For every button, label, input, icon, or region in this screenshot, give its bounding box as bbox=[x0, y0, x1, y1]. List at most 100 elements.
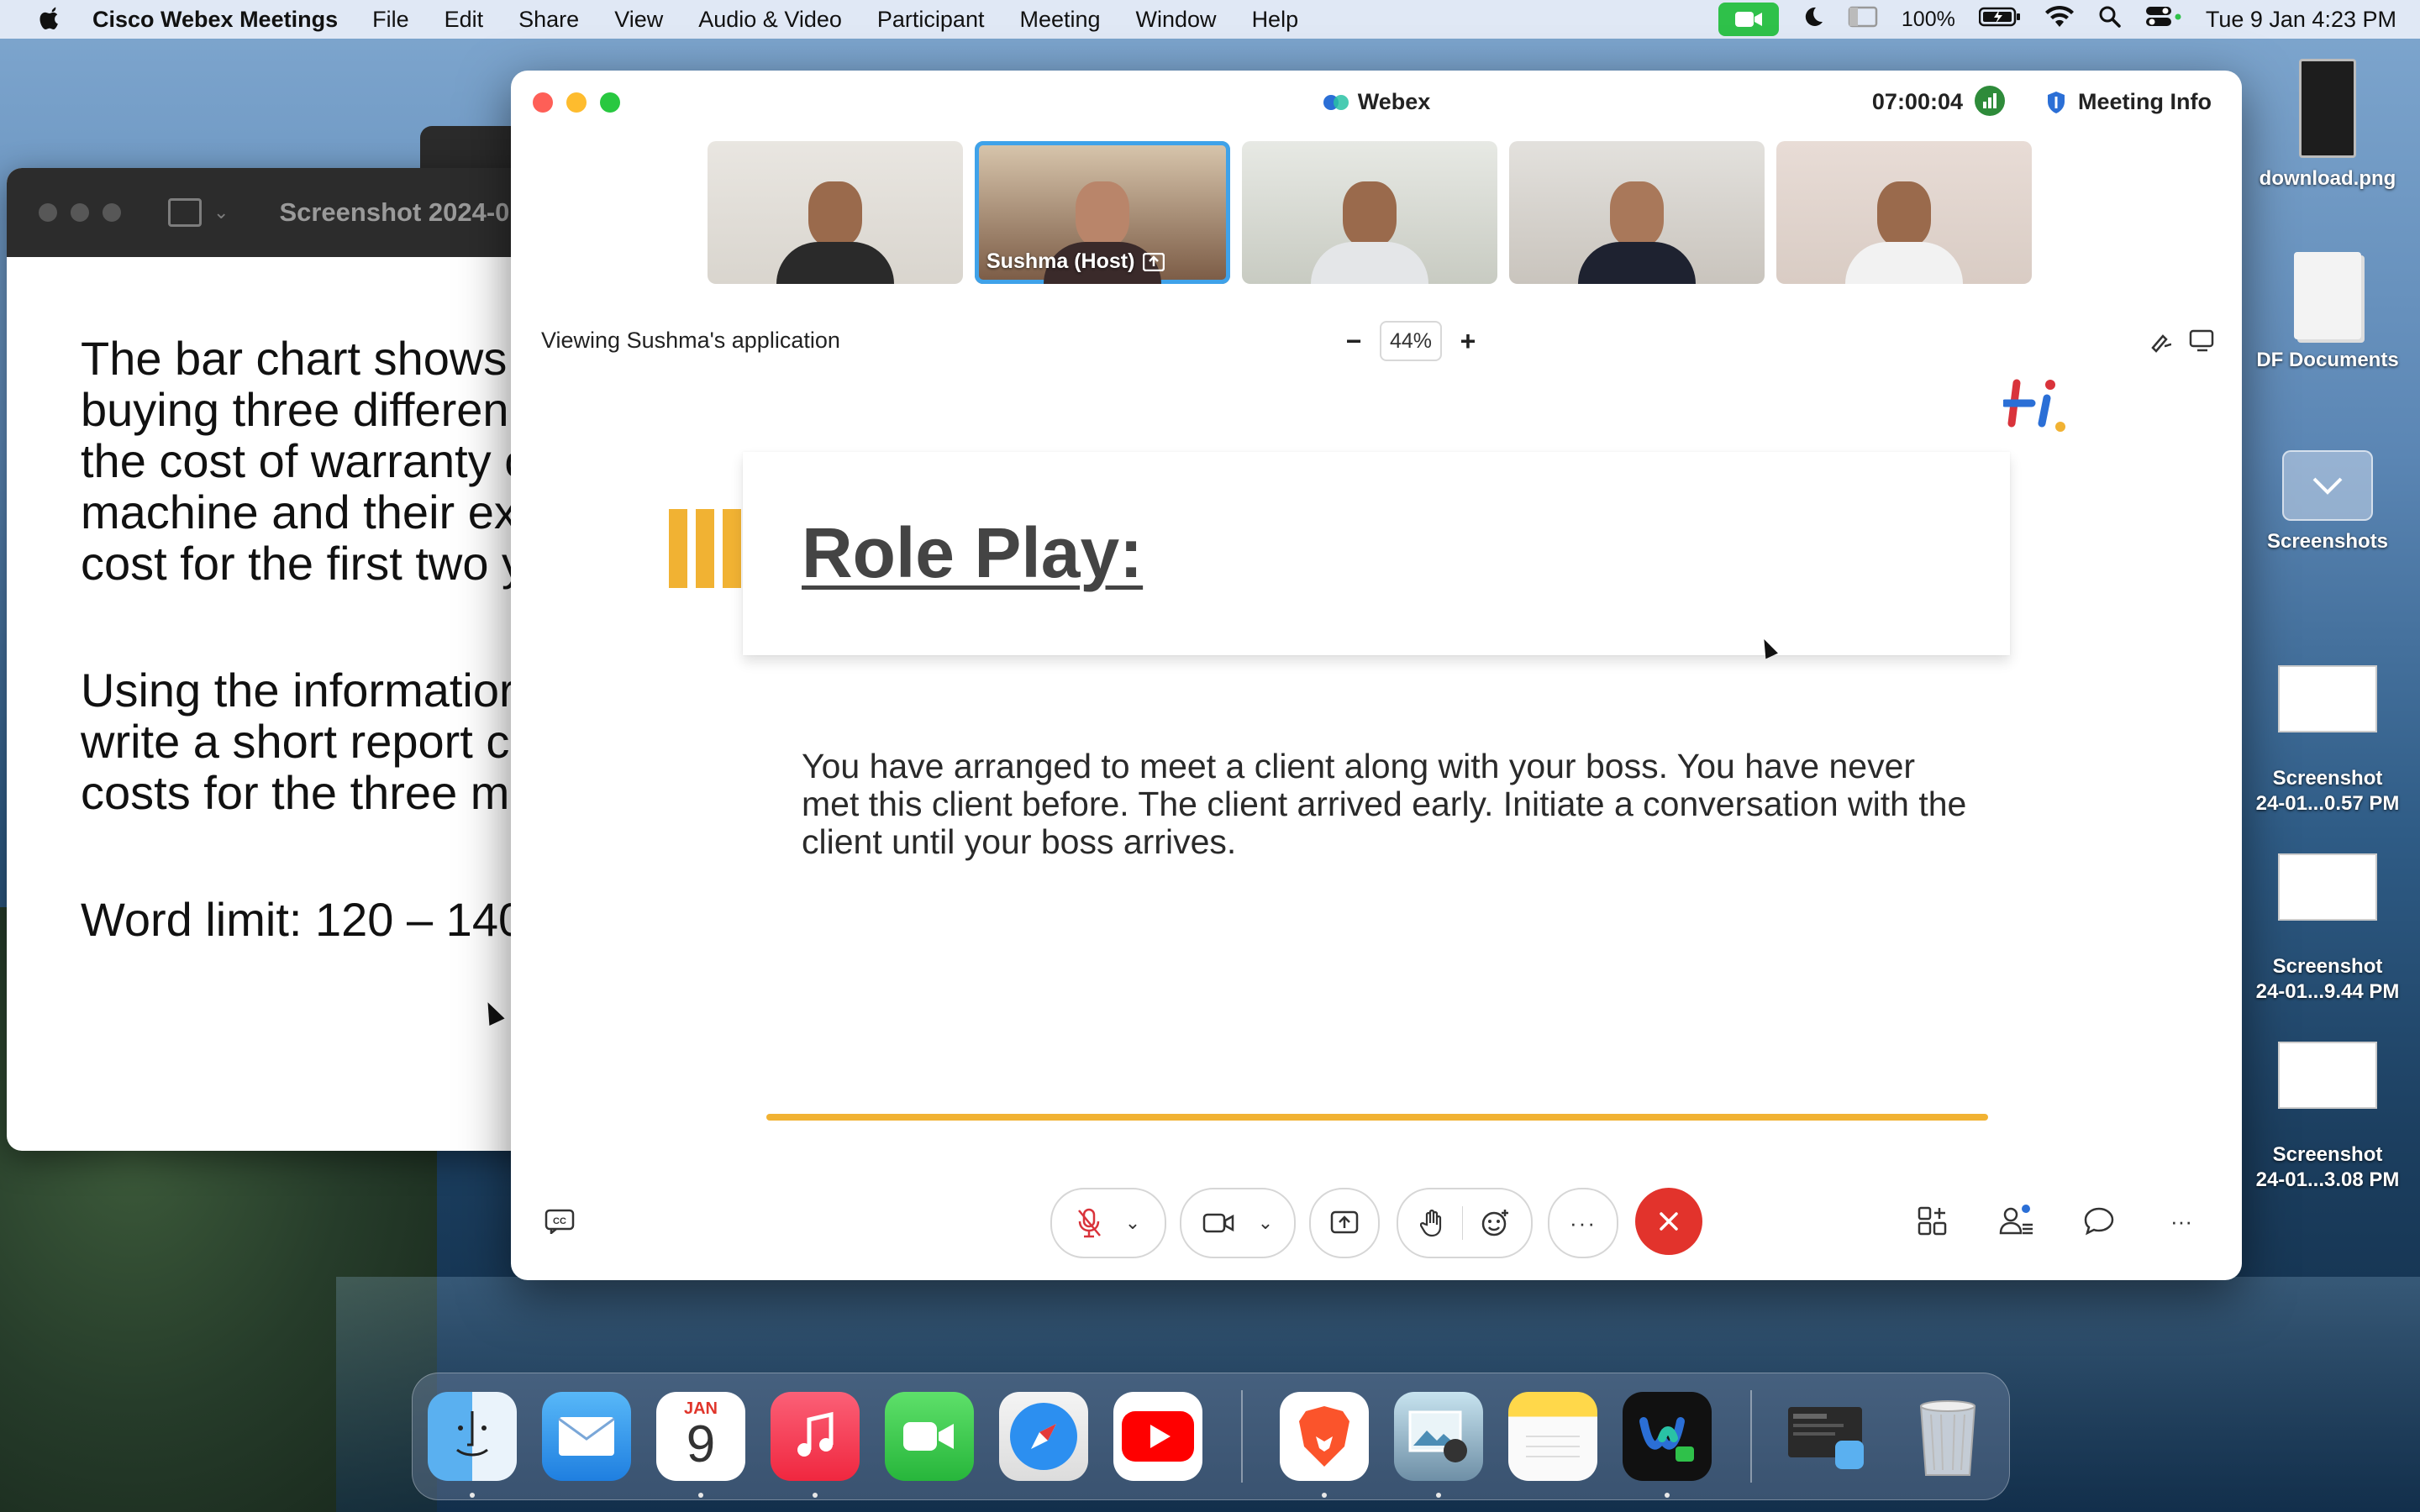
running-indicator bbox=[470, 1493, 475, 1498]
control-center-icon[interactable] bbox=[2145, 5, 2182, 34]
participants-icon[interactable] bbox=[1998, 1203, 2035, 1240]
network-signal-icon[interactable] bbox=[1975, 86, 2005, 116]
reactions-group[interactable] bbox=[1397, 1188, 1533, 1258]
participant-face bbox=[1076, 181, 1129, 247]
zoom-dot[interactable] bbox=[103, 203, 121, 222]
desktop-item-label: Screenshot 24-01...0.57 PM bbox=[2255, 767, 2400, 815]
viewing-label: Viewing Sushma's application bbox=[541, 328, 840, 353]
webex-logo-icon bbox=[1323, 95, 1349, 110]
participant-tile[interactable] bbox=[1242, 141, 1497, 284]
menu-bar: Cisco Webex Meetings File Edit Share Vie… bbox=[0, 0, 2420, 39]
participant-body bbox=[1578, 242, 1696, 284]
chat-icon[interactable] bbox=[2081, 1203, 2118, 1240]
menu-meeting[interactable]: Meeting bbox=[1019, 7, 1100, 33]
wifi-icon[interactable] bbox=[2044, 5, 2075, 34]
participant-body bbox=[776, 242, 894, 284]
participant-tile[interactable] bbox=[708, 141, 963, 284]
preview-icon[interactable] bbox=[1394, 1392, 1483, 1481]
participant-face bbox=[1877, 181, 1931, 247]
desktop-item-label: Screenshots bbox=[2266, 530, 2389, 553]
youtube-icon[interactable] bbox=[1113, 1392, 1202, 1481]
window-title-text: Webex bbox=[1357, 89, 1431, 114]
video-button[interactable]: ⌄ bbox=[1180, 1188, 1296, 1258]
chevron-down-icon[interactable]: ⌄ bbox=[1258, 1212, 1273, 1234]
facetime-icon[interactable] bbox=[885, 1392, 974, 1481]
pdf-document-icon bbox=[2294, 252, 2361, 339]
desktop-item-screenshot[interactable]: Screenshot 24-01...0.57 PM bbox=[2235, 640, 2420, 816]
close-dot[interactable] bbox=[39, 203, 57, 222]
mute-button[interactable]: ⌄ bbox=[1050, 1188, 1166, 1258]
calendar-icon[interactable]: JAN 9 bbox=[656, 1392, 745, 1481]
trash-icon[interactable] bbox=[1903, 1392, 1992, 1481]
display-icon[interactable] bbox=[1848, 5, 1878, 34]
safari-icon[interactable] bbox=[999, 1392, 1088, 1481]
desktop-item-screenshot[interactable]: Screenshot 24-01...3.08 PM bbox=[2235, 1016, 2420, 1193]
screenshot-thumbnail-icon bbox=[2278, 853, 2377, 921]
menu-edit[interactable]: Edit bbox=[445, 7, 484, 33]
menu-file[interactable]: File bbox=[372, 7, 409, 33]
shield-icon bbox=[2048, 91, 2065, 113]
meeting-timer: 07:00:04 bbox=[1871, 89, 1963, 114]
menu-window[interactable]: Window bbox=[1136, 7, 1217, 33]
mail-icon[interactable] bbox=[542, 1392, 631, 1481]
sidebar-toggle-icon[interactable] bbox=[168, 198, 202, 227]
apple-menu-icon[interactable] bbox=[32, 0, 67, 39]
raise-hand-icon bbox=[1419, 1209, 1441, 1237]
menu-participant[interactable]: Participant bbox=[877, 7, 985, 33]
divider bbox=[1461, 1206, 1463, 1240]
desktop-item-screenshots[interactable]: Screenshots bbox=[2235, 450, 2420, 554]
overflow-menu-icon[interactable]: ··· bbox=[2163, 1203, 2200, 1240]
meeting-info-button[interactable]: Meeting Info bbox=[2046, 89, 2212, 115]
screen-folder-icon[interactable] bbox=[1781, 1392, 1870, 1481]
menu-help[interactable]: Help bbox=[1252, 7, 1299, 33]
menu-view[interactable]: View bbox=[614, 7, 663, 33]
dock-separator bbox=[1750, 1390, 1752, 1483]
chevron-down-icon[interactable]: ⌄ bbox=[213, 202, 229, 223]
running-indicator bbox=[1665, 1493, 1670, 1498]
clock-datetime[interactable]: Tue 9 Jan 4:23 PM bbox=[2206, 7, 2396, 33]
apps-icon[interactable] bbox=[1914, 1203, 1951, 1240]
running-indicator bbox=[1322, 1493, 1327, 1498]
participant-face bbox=[808, 181, 862, 247]
participant-tile-active-speaker[interactable]: Sushma (Host) bbox=[975, 141, 1230, 284]
notes-icon[interactable] bbox=[1508, 1392, 1597, 1481]
sharing-icon bbox=[1143, 252, 1165, 271]
webex-window[interactable]: Webex 07:00:04 Meeting Info Sushma (Host… bbox=[511, 71, 2242, 1280]
share-options-icon[interactable] bbox=[2188, 326, 2217, 354]
desktop-item-label: DF Documents bbox=[2256, 349, 2399, 371]
menu-share[interactable]: Share bbox=[518, 7, 579, 33]
participant-name-host: Sushma (Host) bbox=[986, 249, 1165, 274]
battery-icon[interactable] bbox=[1978, 7, 2021, 33]
participant-tile[interactable] bbox=[1509, 141, 1765, 284]
webex-icon[interactable] bbox=[1623, 1392, 1712, 1481]
captions-icon[interactable]: CC bbox=[541, 1203, 578, 1240]
chevron-down-icon[interactable]: ⌄ bbox=[1125, 1212, 1140, 1234]
finder-icon[interactable] bbox=[428, 1392, 517, 1481]
music-icon[interactable] bbox=[771, 1392, 860, 1481]
spotlight-search-icon[interactable] bbox=[2098, 5, 2122, 34]
menu-audio-video[interactable]: Audio & Video bbox=[698, 7, 842, 33]
focus-moon-icon[interactable] bbox=[1802, 6, 1824, 34]
webex-titlebar[interactable]: Webex 07:00:04 Meeting Info bbox=[511, 71, 2242, 136]
camera-in-use-icon[interactable] bbox=[1718, 3, 1779, 36]
annotate-icon[interactable] bbox=[2148, 326, 2176, 354]
share-screen-icon bbox=[1330, 1210, 1359, 1234]
app-name-menu[interactable]: Cisco Webex Meetings bbox=[92, 7, 338, 33]
battery-percent: 100% bbox=[1901, 7, 1955, 31]
brave-icon[interactable] bbox=[1280, 1392, 1369, 1481]
participant-tile[interactable] bbox=[1776, 141, 2032, 284]
mouse-cursor bbox=[480, 998, 505, 1026]
more-options-button[interactable]: ··· bbox=[1548, 1188, 1618, 1258]
desktop-item-screenshot[interactable]: Screenshot 24-01...9.44 PM bbox=[2235, 828, 2420, 1005]
screenshot-thumbnail-icon bbox=[2278, 665, 2377, 732]
zoom-out-button[interactable]: − bbox=[1341, 326, 1366, 357]
share-button[interactable] bbox=[1309, 1188, 1380, 1258]
desktop-item-label: Screenshot 24-01...3.08 PM bbox=[2255, 1143, 2400, 1191]
zoom-in-button[interactable]: + bbox=[1455, 326, 1481, 357]
accent-bars bbox=[669, 509, 741, 588]
desktop-item-download[interactable]: download.png bbox=[2235, 59, 2420, 192]
minimize-dot[interactable] bbox=[71, 203, 89, 222]
desktop-item-pdf[interactable]: DF Documents bbox=[2235, 252, 2420, 373]
zoom-level[interactable]: 44% bbox=[1380, 321, 1442, 361]
end-call-button[interactable] bbox=[1635, 1188, 1702, 1255]
